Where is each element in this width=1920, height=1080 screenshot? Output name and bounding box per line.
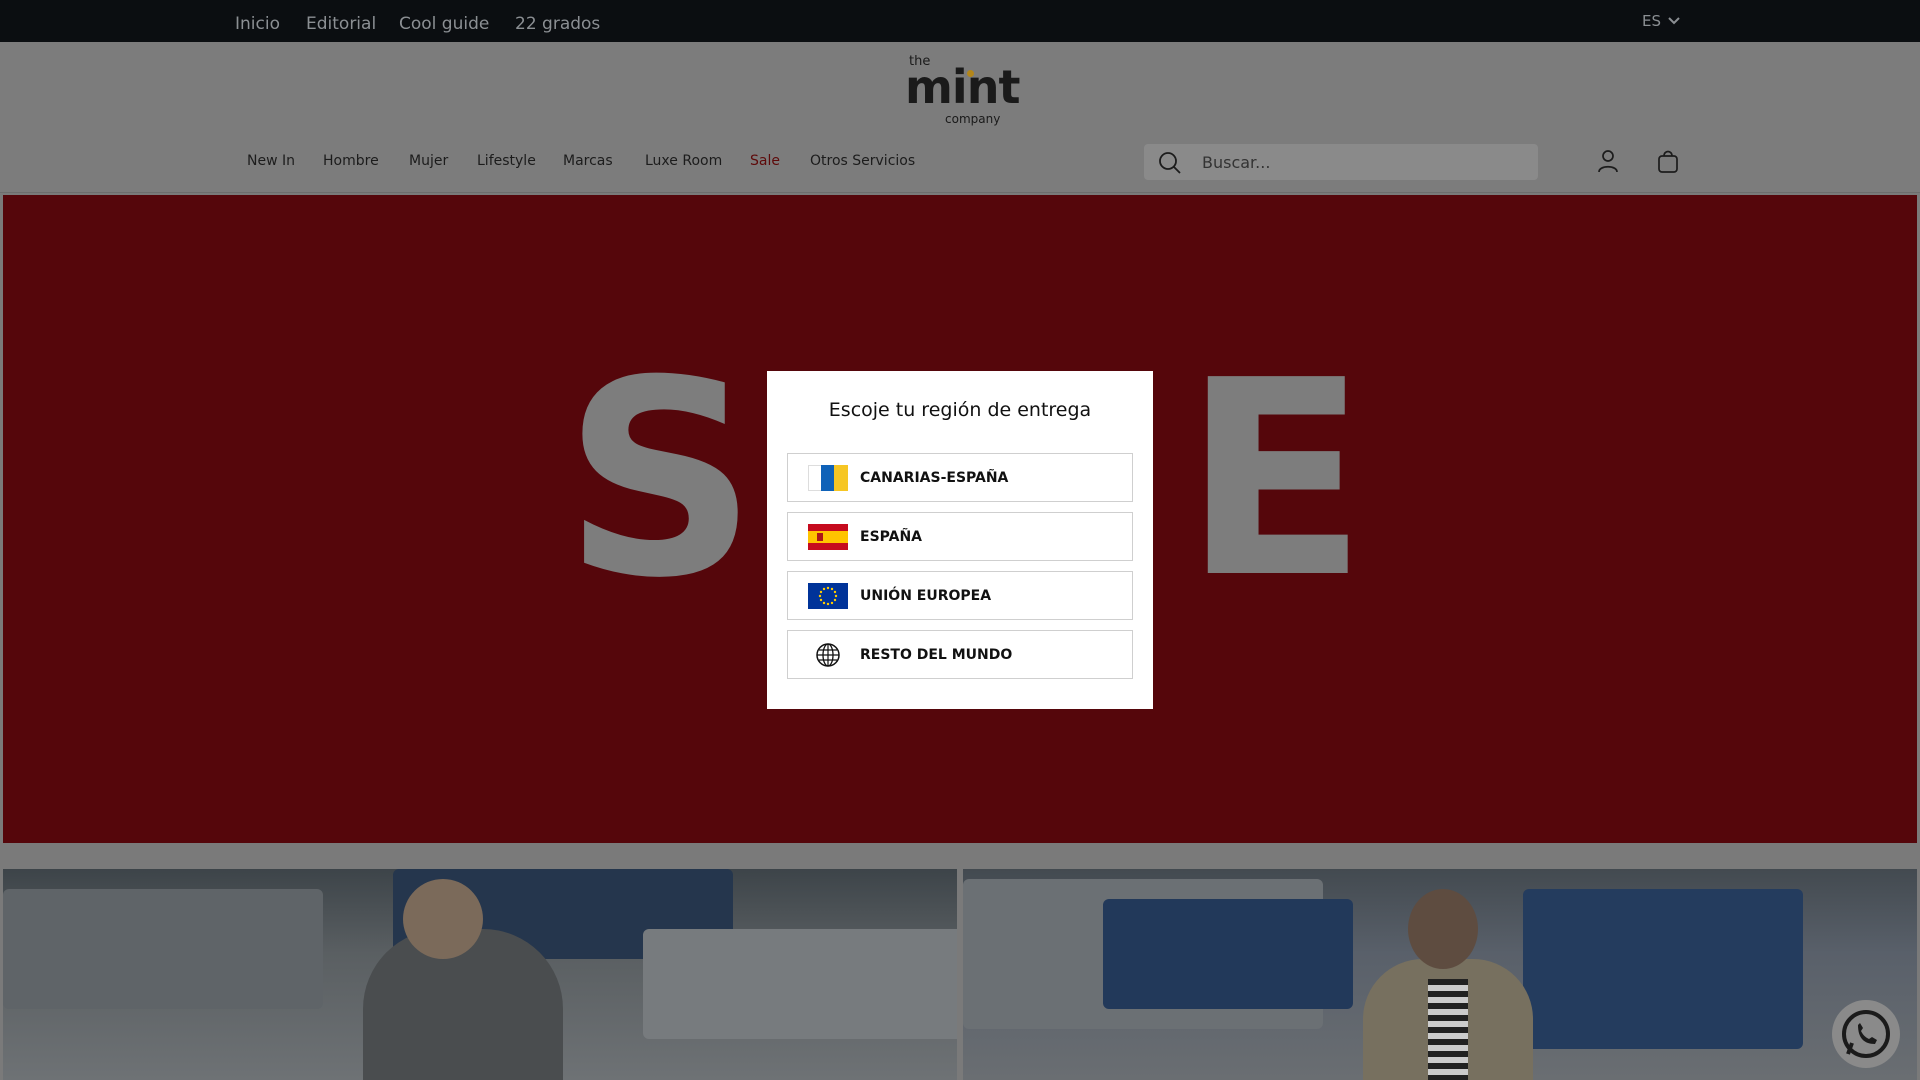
canary-islands-flag-icon	[808, 464, 848, 491]
region-option-union-europea[interactable]: UNIÓN EUROPEA	[787, 571, 1133, 620]
region-option-resto-del-mundo[interactable]: RESTO DEL MUNDO	[787, 630, 1133, 679]
region-option-espana[interactable]: ESPAÑA	[787, 512, 1133, 561]
delivery-region-modal: Escoje tu región de entrega CANARIAS-ESP…	[767, 371, 1153, 709]
region-label: ESPAÑA	[860, 528, 923, 545]
globe-icon	[808, 642, 848, 668]
region-label: UNIÓN EUROPEA	[860, 587, 992, 604]
eu-flag-icon	[808, 582, 848, 609]
region-label: RESTO DEL MUNDO	[860, 646, 1013, 663]
modal-title: Escoje tu región de entrega	[828, 399, 1092, 421]
spain-flag-icon	[808, 523, 848, 550]
region-label: CANARIAS-ESPAÑA	[860, 469, 1009, 486]
region-option-canarias[interactable]: CANARIAS-ESPAÑA	[787, 453, 1133, 502]
